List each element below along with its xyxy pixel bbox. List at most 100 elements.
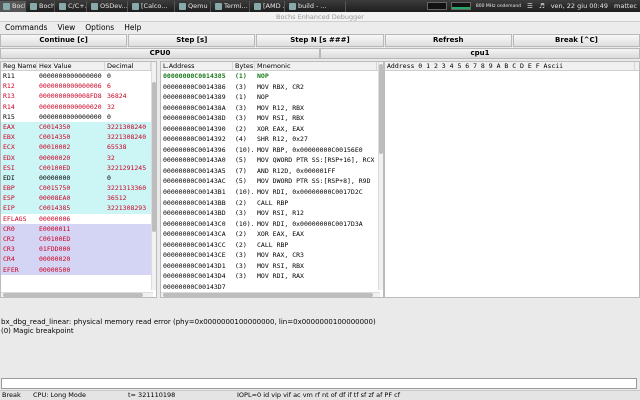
register-hscroll-thumb[interactable] [3,293,143,297]
step-n-button[interactable]: Step N [s ###] [256,34,384,47]
register-row[interactable]: CR4 00000020 [1,254,156,265]
instruction-row[interactable]: 00000000C00143CC (2) CALL RBP [161,240,383,251]
register-scroll-thumb[interactable] [152,82,156,232]
instruction-row[interactable]: 00000000C00143D4 (3) MOV RDI, RAX [161,271,383,282]
register-row[interactable]: EFER 00000500 [1,264,156,275]
taskbar-item-label: Qemu ... [188,2,210,10]
menu-help[interactable]: Help [119,22,146,34]
instruction-row[interactable]: 00000000C001438A (3) MOV R12, RBX [161,103,383,114]
instruction-mnemonic: MOV RSI, RBX [257,114,304,123]
register-decimal-value: 32 [107,102,115,111]
tab-cpu1[interactable]: cpu1 [320,48,640,59]
register-row[interactable]: EBP C0015750 3221313360 [1,183,156,194]
network-graph-icon [450,2,471,10]
register-row[interactable]: R11 0000000000000000 0 [1,71,156,81]
col-hex-value[interactable]: Hex Value [37,62,105,70]
register-row[interactable]: EBX C0014350 3221308240 [1,132,156,143]
tab-cpu0[interactable]: CPU0 [0,48,320,59]
register-hscrollbar[interactable] [1,292,153,297]
taskbar-item[interactable]: C/C+... [56,0,87,12]
taskbar-item[interactable]: Bochs... [0,0,26,12]
instruction-mnemonic: MOV RSI, R12 [257,209,304,218]
instruction-row[interactable]: 00000000C0014396 (10)...MOV RBP, 0x000000… [161,145,383,156]
register-row[interactable]: ESP 00008EA0 36512 [1,193,156,204]
command-input[interactable] [1,378,637,389]
user-name[interactable]: mattec [614,2,637,10]
menu-commands[interactable]: Commands [0,22,52,34]
col-reg-name[interactable]: Reg Name [1,62,37,70]
instruction-row[interactable]: 00000000C0014386 (3) MOV RBX, CR2 [161,82,383,93]
instruction-row[interactable]: 00000000C001438D (3) MOV RSI, RBX [161,113,383,124]
clock[interactable]: ven, 22 giu 00:49 [551,2,608,10]
instruction-bytes: (3) [235,103,247,112]
taskbar-item[interactable]: Termi... [212,0,250,12]
instruction-row[interactable]: 00000000C00143D7 [161,282,383,293]
register-row[interactable]: EAX C0014350 3221308240 [1,121,156,133]
instruction-row[interactable]: 00000000C00143A5 (7) AND R12D, 0x000001FF [161,166,383,177]
taskbar-item[interactable]: Bochs... [27,0,55,12]
disassembly-hscrollbar[interactable] [161,292,380,297]
taskbar-item[interactable]: [AMD ... [251,0,285,12]
register-panel[interactable]: Reg Name Hex Value Decimal R11 0000000000… [0,61,157,298]
register-row[interactable]: CR2 C00100ED [1,234,156,245]
menu-view[interactable]: View [52,22,80,34]
instruction-row[interactable]: 00000000C00143CA (2) XOR EAX, EAX [161,229,383,240]
register-row[interactable]: R15 0000000000000000 0 [1,112,156,122]
disassembly-panel[interactable]: L.Address Bytes Mnemonic 00000000C001438… [160,61,384,298]
instruction-row[interactable]: 00000000C0014392 (4) SHR R12, 0x27 [161,134,383,145]
register-row[interactable]: R13 0000000000008FD8 36824 [1,91,156,101]
instruction-address: 00000000C001438D [163,114,226,123]
register-row[interactable]: R14 0000000000000020 32 [1,102,156,112]
register-name: CR0 [3,224,15,233]
disassembly-hscroll-thumb[interactable] [163,293,373,297]
instruction-row[interactable]: 00000000C00143D1 (3) MOV RSI, RBX [161,261,383,272]
col-decimal[interactable]: Decimal [105,62,151,70]
taskbar-item[interactable]: OSDev... [88,0,128,12]
col-laddress[interactable]: L.Address [161,62,233,70]
wifi-icon[interactable]: ☰ [527,2,533,10]
taskbar-item[interactable]: Qemu ... [176,0,211,12]
register-decimal-value [105,254,151,264]
instruction-row[interactable]: 00000000C00143C0 (10)...MOV RDI, 0x000000… [161,219,383,230]
instruction-row[interactable]: 00000000C00143A0 (5) MOV QWORD PTR SS:[RSP… [161,155,383,166]
register-hex-value: 01FDD000 [39,245,71,254]
register-row[interactable]: EDX 00000020 32 [1,152,156,163]
col-mnemonic[interactable]: Mnemonic [255,62,377,70]
instruction-row[interactable]: 00000000C00143AC (5) MOV DWORD PTR SS:[RSP… [161,176,383,187]
disassembly-scroll-thumb[interactable] [379,64,383,154]
volume-icon[interactable]: ♬ [539,2,545,10]
register-row[interactable]: EFLAGS 00000006 [1,214,156,224]
register-row[interactable]: ESI C00100ED 3221291245 [1,162,156,173]
register-row[interactable]: EDI 00000000 0 [1,172,156,184]
disassembly-header: L.Address Bytes Mnemonic [161,62,383,71]
step-button[interactable]: Step [s] [128,34,256,47]
refresh-button[interactable]: Refresh [384,34,512,47]
menu-options[interactable]: Options [80,22,119,34]
register-row[interactable]: ECX 00010002 65538 [1,142,156,153]
instruction-row[interactable]: 00000000C00143B1 (10)...MOV RDI, 0x000000… [161,187,383,198]
memory-panel[interactable]: Address 0 1 2 3 4 5 6 7 8 9 A B C D E F … [384,61,640,298]
register-vscrollbar[interactable] [151,62,156,290]
register-row[interactable]: CR0 E0000011 [1,223,156,234]
register-row[interactable]: R12 0000000000000006 6 [1,81,156,91]
instruction-row[interactable]: 00000000C0014390 (2) XOR EAX, EAX [161,124,383,135]
register-hex-value: 00000500 [39,265,71,274]
instruction-row[interactable]: 00000000C00143BB (2) CALL RBP [161,198,383,209]
register-row[interactable]: EIP C0014385 3221308293 [1,203,156,214]
taskbar-item[interactable]: build - ... [286,0,346,12]
register-row[interactable]: CR3 01FDD000 [1,244,156,255]
instruction-row[interactable]: 00000000C00143BD (3) MOV RSI, R12 [161,208,383,219]
continue-button[interactable]: Continue [c] [0,34,128,47]
cpu-frequency[interactable]: 800 MHz ondemand [476,4,521,9]
instruction-address: 00000000C00143C0 [163,219,226,228]
taskbar-item[interactable]: [Calco... [129,0,175,12]
instruction-row[interactable]: 00000000C00143CE (3) MOV RAX, CR3 [161,250,383,261]
col-bytes[interactable]: Bytes [233,62,255,70]
disassembly-vscrollbar[interactable] [378,62,383,290]
memory-column-header[interactable]: Address 0 1 2 3 4 5 6 7 8 9 A B C D E F … [385,62,635,70]
current-instruction-row[interactable]: 00000000C0014385 (1) NOP [161,71,383,82]
break-button[interactable]: Break [^C] [512,34,640,47]
register-name: EIP [3,204,15,213]
instruction-bytes: (10)... [235,145,255,154]
instruction-row[interactable]: 00000000C0014389 (1) NOP [161,92,383,103]
